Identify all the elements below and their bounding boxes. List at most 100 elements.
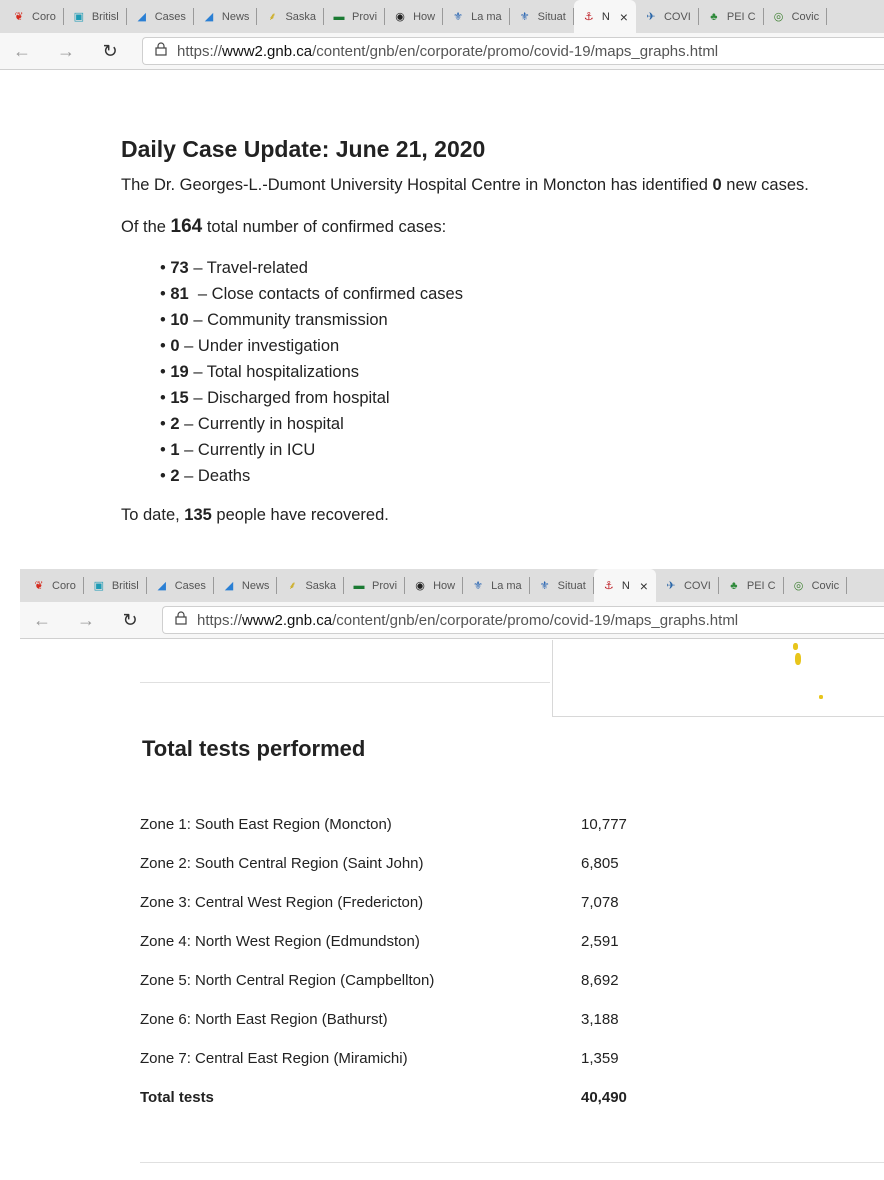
browser-tab[interactable]: ♣ PEI C: [719, 569, 784, 602]
browser-tab[interactable]: ▬ Provi: [324, 0, 386, 33]
browser-tab[interactable]: ▣ Britisl: [84, 569, 147, 602]
browser-tab[interactable]: ▣ Britisl: [64, 0, 127, 33]
tab-label: How: [433, 579, 456, 592]
url-path: /content/gnb/en/corporate/promo/covid-19…: [332, 611, 739, 629]
browser-window-bottom: ❦ Coro ▣ Britisl ◢ Cases ◢ News ⸙ Saska ▬ Provi ◉ How…: [20, 569, 884, 639]
browser-tab[interactable]: ⸙ Saska: [277, 569, 344, 602]
close-tab-icon[interactable]: ×: [640, 578, 648, 594]
tab-label: N: [601, 10, 610, 23]
fleur-de-lis-icon: ⚜: [539, 580, 550, 592]
total-value: 40,490: [581, 1089, 627, 1106]
tree-icon: ♣: [710, 10, 718, 23]
count-after: total number of confirmed cases:: [202, 218, 447, 236]
case-stats-list: • 73 – Travel-related • 81 – Close contac…: [160, 255, 881, 489]
stat-item: • 1 – Currently in ICU: [160, 441, 316, 459]
address-bar[interactable]: https://www2.gnb.ca/content/gnb/en/corpo…: [162, 606, 884, 634]
browser-tab[interactable]: ♣ PEI C: [699, 0, 764, 33]
tab-label: News: [221, 10, 250, 23]
chart-icon: ◢: [224, 580, 234, 592]
zone-name: Zone 4: North West Region (Edmundston): [140, 933, 420, 950]
table-row: Zone 6: North East Region (Bathurst) 3,18…: [140, 1000, 700, 1039]
stat-separator: –: [179, 441, 198, 459]
fleur-de-lis-icon: ⚜: [453, 11, 464, 23]
tab-label: Britisl: [91, 10, 119, 23]
tab-label: Provi: [372, 579, 398, 592]
browser-tab[interactable]: ◉ How: [385, 0, 444, 33]
zone-name: Zone 2: South Central Region (Saint John…: [140, 855, 424, 872]
url-prefix: https://: [197, 611, 243, 629]
ns-icon: ✈: [646, 11, 656, 23]
tab-label: PEI C: [726, 10, 756, 23]
stat-separator: –: [188, 311, 208, 329]
tab-label: Situat: [537, 10, 566, 23]
table-row: Zone 7: Central East Region (Miramichi) 1…: [140, 1039, 700, 1078]
tab-label: Covic: [791, 10, 820, 23]
zone-name: Zone 7: Central East Region (Miramichi): [140, 1050, 408, 1067]
browser-tab[interactable]: ▬ Provi: [344, 569, 406, 602]
reload-icon[interactable]: ↻: [88, 41, 132, 62]
browser-tab[interactable]: ◎ Covic: [784, 569, 848, 602]
browser-tab[interactable]: ⚜ La ma: [443, 0, 510, 33]
browser-tab[interactable]: ⚜ Situat: [530, 569, 594, 602]
close-tab-icon[interactable]: ×: [620, 9, 628, 25]
stat-separator: –: [179, 467, 198, 485]
tab-label: How: [413, 10, 436, 23]
tab-label: COVI: [663, 10, 691, 23]
tree-icon: ♣: [730, 579, 738, 592]
tests-count: 7,078: [581, 894, 619, 911]
stat-separator: –: [179, 415, 198, 433]
browser-tab[interactable]: ✈ COVI: [656, 569, 719, 602]
stat-number: 2: [170, 415, 180, 433]
back-arrow-icon[interactable]: ←: [20, 610, 64, 631]
tab-label: La ma: [471, 10, 502, 23]
bc-icon: ▣: [73, 11, 85, 23]
forward-arrow-icon[interactable]: →: [44, 41, 88, 62]
bc-icon: ▣: [93, 580, 105, 592]
tab-label: Coro: [52, 579, 76, 592]
browser-tab[interactable]: ◢ Cases: [127, 0, 195, 33]
stat-separator: –: [188, 259, 207, 277]
browser-tab[interactable]: ⸙ Saska: [257, 0, 324, 33]
stat-label: Discharged from hospital: [207, 389, 390, 407]
tab-label: Cases: [154, 10, 186, 23]
browser-tab[interactable]: ◉ How: [405, 569, 464, 602]
back-arrow-icon[interactable]: ←: [0, 41, 44, 62]
tests-page: Total tests performed Zone 1: South East…: [20, 640, 884, 1180]
forward-arrow-icon[interactable]: →: [64, 610, 108, 631]
wheat-icon: ⸙: [288, 580, 297, 592]
tests-count: 2,591: [581, 933, 619, 950]
table-row: Zone 2: South Central Region (Saint John…: [140, 844, 700, 883]
browser-tab[interactable]: ◢ News: [214, 569, 278, 602]
recovered-after: people have recovered.: [211, 506, 389, 524]
browser-tab[interactable]: ⚓ N ×: [593, 569, 656, 602]
fleur-de-lis-icon: ⚜: [519, 11, 530, 23]
browser-tab[interactable]: ⚜ La ma: [463, 569, 530, 602]
stat-item: • 81 – Close contacts of confirmed cases: [160, 285, 463, 303]
lock-icon: [155, 42, 167, 60]
tab-label: Cases: [174, 579, 206, 592]
tab-strip: ❦ Coro ▣ Britisl ◢ Cases ◢ News ⸙ Saska ▬ Provi ◉ How…: [0, 0, 884, 33]
browser-window-top: ❦ Coro ▣ Britisl ◢ Cases ◢ News ⸙ Saska ▬ Provi ◉ How…: [0, 0, 884, 70]
address-bar[interactable]: https://www2.gnb.ca/content/gnb/en/corpo…: [142, 37, 884, 65]
tab-label: N: [621, 579, 630, 592]
browser-tab[interactable]: ◢ News: [194, 0, 258, 33]
browser-tab[interactable]: ✈ COVI: [636, 0, 699, 33]
stat-number: 0: [170, 337, 180, 355]
divider: [140, 1162, 884, 1163]
maple-leaf-icon: ❦: [34, 580, 44, 592]
browser-tab[interactable]: ⚜ Situat: [510, 0, 574, 33]
stat-label: Under investigation: [197, 337, 340, 355]
chart-icon: ◢: [204, 11, 214, 23]
browser-tab[interactable]: ⚓ N ×: [573, 0, 636, 33]
tab-label: News: [241, 579, 270, 592]
table-row: Zone 3: Central West Region (Fredericton…: [140, 883, 700, 922]
map-fragment[interactable]: [552, 640, 884, 717]
browser-tab[interactable]: ❦ Coro: [24, 569, 84, 602]
browser-tab[interactable]: ◎ Covic: [764, 0, 828, 33]
stat-label: Close contacts of confirmed cases: [211, 285, 463, 303]
browser-tab[interactable]: ◢ Cases: [147, 569, 215, 602]
table-row: Zone 1: South East Region (Moncton) 10,77…: [140, 805, 700, 844]
reload-icon[interactable]: ↻: [108, 610, 152, 631]
globe-icon: ◎: [773, 11, 784, 23]
browser-tab[interactable]: ❦ Coro: [4, 0, 64, 33]
